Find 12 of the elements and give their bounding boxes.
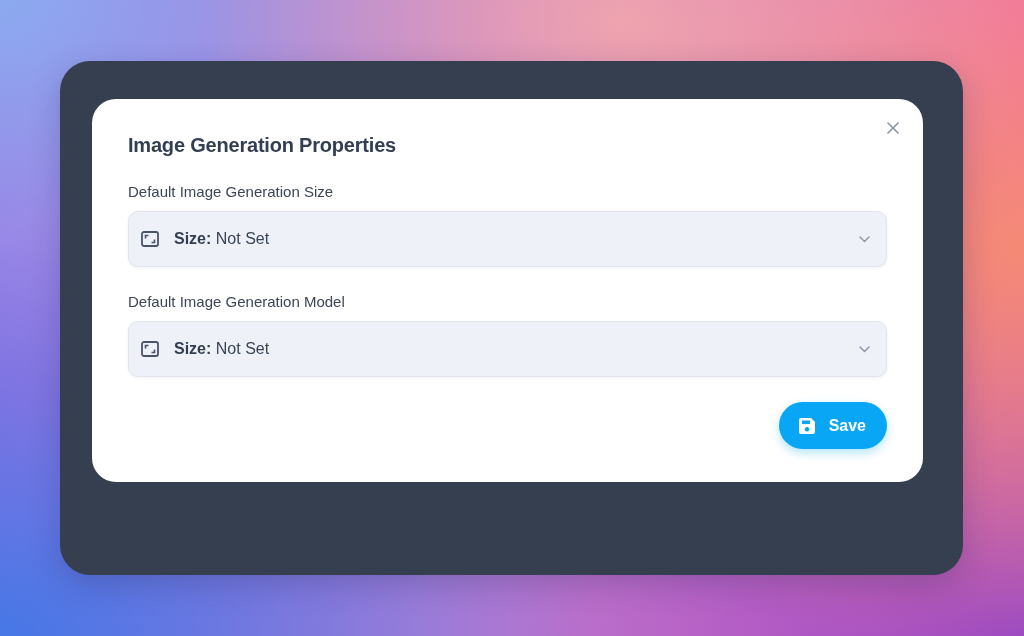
close-button[interactable] xyxy=(887,122,899,134)
select-field[interactable]: Size: Not Set xyxy=(128,211,887,267)
frame-corners-icon xyxy=(141,341,159,357)
chevron-down-icon xyxy=(859,345,870,353)
select-field[interactable]: Size: Not Set xyxy=(128,321,887,377)
dialog-title: Image Generation Properties xyxy=(128,133,397,158)
close-icon xyxy=(887,122,899,134)
field-label: Default Image Generation Size xyxy=(128,182,335,202)
field-label: Default Image Generation Model xyxy=(128,292,346,312)
save-icon xyxy=(798,417,815,434)
chevron-down-icon xyxy=(859,235,870,243)
frame-corners-icon xyxy=(141,231,159,247)
